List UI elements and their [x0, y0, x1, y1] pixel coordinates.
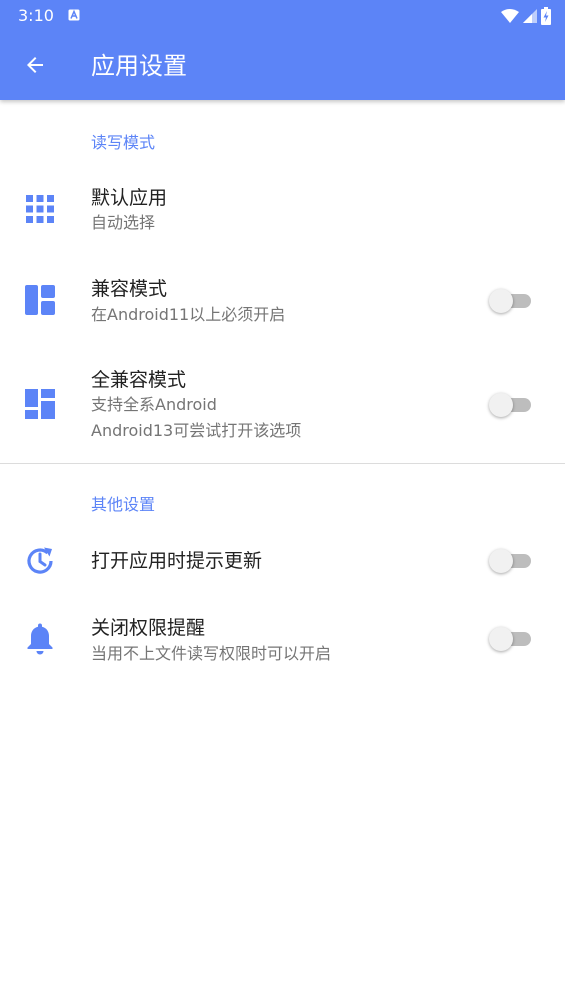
pref-default-app[interactable]: 默认应用 自动选择	[0, 170, 565, 248]
pref-title: 默认应用	[91, 187, 168, 209]
switch-thumb	[489, 289, 513, 313]
pref-summary: 自动选择	[91, 213, 156, 232]
bell-icon	[22, 621, 58, 657]
status-time: 3:10	[18, 6, 54, 25]
pref-title: 兼容模式	[91, 278, 168, 300]
section-divider	[0, 463, 565, 464]
pref-summary: 在Android11以上必须开启	[91, 305, 286, 324]
grid-apps-icon	[22, 191, 58, 227]
compat-mode-switch[interactable]	[489, 288, 533, 314]
wifi-icon	[501, 9, 519, 23]
permission-reminder-switch[interactable]	[489, 626, 533, 652]
pref-title: 全兼容模式	[91, 369, 187, 391]
dashboard-layout-icon	[22, 282, 58, 318]
pref-disable-permission-reminder[interactable]: 关闭权限提醒 当用不上文件读写权限时可以开启	[0, 605, 565, 673]
full-compat-mode-switch[interactable]	[489, 392, 533, 418]
a-letter-icon	[68, 9, 80, 21]
dashboard-alt-icon	[22, 386, 58, 422]
pref-summary-line-2: Android13可尝试打开该选项	[91, 421, 302, 440]
update-clock-icon	[22, 543, 58, 579]
pref-title: 打开应用时提示更新	[91, 550, 263, 572]
app-bar: 3:10 应用设置	[0, 0, 565, 100]
page-title: 应用设置	[91, 52, 187, 80]
signal-icon	[523, 9, 537, 23]
pref-summary-line-1: 支持全系Android	[91, 395, 217, 414]
update-prompt-switch[interactable]	[489, 548, 533, 574]
pref-full-compat-mode[interactable]: 全兼容模式 支持全系Android Android13可尝试打开该选项	[0, 355, 565, 455]
pref-title: 关闭权限提醒	[91, 617, 206, 639]
battery-charging-icon	[541, 7, 551, 25]
switch-thumb	[489, 393, 513, 417]
pref-update-prompt[interactable]: 打开应用时提示更新	[0, 530, 565, 592]
switch-thumb	[489, 549, 513, 573]
pref-summary: 当用不上文件读写权限时可以开启	[91, 644, 332, 663]
section-header-other: 其他设置	[91, 495, 156, 514]
back-button[interactable]	[18, 48, 52, 82]
pref-compat-mode[interactable]: 兼容模式 在Android11以上必须开启	[0, 260, 565, 340]
section-header-rw-mode: 读写模式	[91, 133, 156, 152]
status-icons	[501, 6, 551, 26]
switch-thumb	[489, 627, 513, 651]
arrow-left-icon	[27, 57, 43, 73]
